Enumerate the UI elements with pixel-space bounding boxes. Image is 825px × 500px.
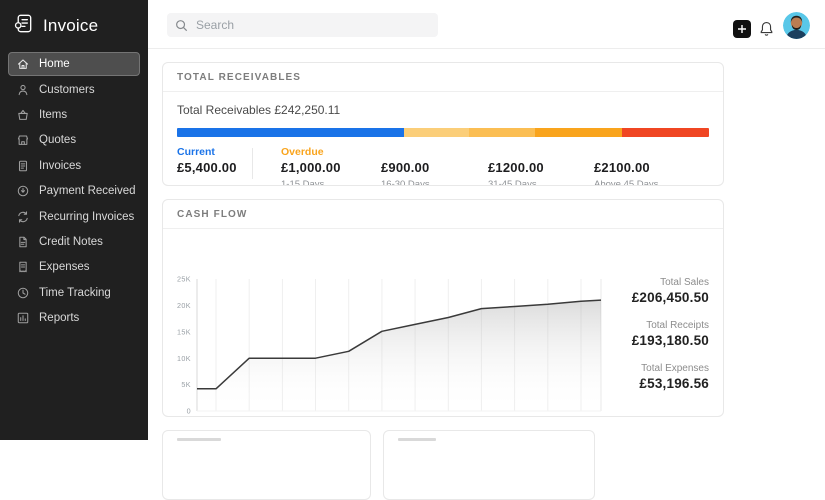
aging-bucket: 1-15 Days	[281, 179, 381, 186]
receivables-bar-segment-current	[177, 128, 404, 137]
sidebar-item-payment-received[interactable]: Payment Received	[8, 179, 140, 203]
stat-value: £53,196.56	[632, 376, 709, 391]
receivables-aging-column-3: £900.00 16-30 Days	[381, 146, 488, 186]
sidebar-item-invoices[interactable]: Invoices	[8, 154, 140, 178]
search-input[interactable]	[194, 17, 430, 33]
cashflow-totals: Total Sales £206,450.50 Total Receipts £193…	[632, 277, 709, 406]
aging-amount: £1200.00	[488, 160, 594, 175]
receivables-aging-column-2: Overdue£1,000.00 1-15 Days	[281, 146, 381, 186]
receivables-bar-segment-overdue-above-45	[622, 128, 709, 137]
sidebar-item-label: Time Tracking	[39, 287, 111, 299]
search-icon	[175, 19, 188, 32]
cashflow-stat-total-receipts: Total Receipts £193,180.50	[632, 320, 709, 348]
receivables-aging-column-1: Current£5,400.00	[177, 146, 281, 186]
bottom-card-2	[383, 430, 595, 500]
aging-label	[488, 146, 594, 159]
search-box[interactable]	[167, 13, 438, 37]
credit-notes-icon	[16, 235, 30, 249]
stat-value: £206,450.50	[632, 290, 709, 305]
sidebar-item-label: Credit Notes	[39, 236, 103, 248]
svg-text:25K: 25K	[177, 275, 191, 284]
recurring-invoices-icon	[16, 210, 30, 224]
aging-bucket: Above 45 Days	[594, 179, 709, 186]
sidebar-item-label: Items	[39, 109, 67, 121]
aging-label	[381, 146, 488, 159]
quotes-icon	[16, 133, 30, 147]
sidebar-item-home[interactable]: Home	[8, 52, 140, 76]
sidebar: Invoice Home Customers Items Quotes Invoices…	[0, 0, 148, 440]
dashboard-content: TOTAL RECEIVABLES Total Receivables £242…	[148, 49, 825, 440]
sidebar-item-label: Quotes	[39, 134, 76, 146]
app-title: Invoice	[43, 16, 98, 36]
aging-label	[594, 146, 709, 159]
time-tracking-icon	[16, 286, 30, 300]
svg-text:20K: 20K	[177, 301, 191, 310]
receivables-aging-column-5: £2100.00 Above 45 Days	[594, 146, 709, 186]
sidebar-item-items[interactable]: Items	[8, 103, 140, 127]
sidebar-item-label: Customers	[39, 84, 95, 96]
bottom-card-1	[162, 430, 371, 500]
sidebar-item-customers[interactable]: Customers	[8, 77, 140, 101]
stat-label: Total Sales	[632, 277, 709, 288]
sidebar-item-label: Recurring Invoices	[39, 211, 134, 223]
receivables-aging-bar	[177, 128, 709, 137]
notifications-bell-icon[interactable]	[758, 20, 775, 38]
reports-icon	[16, 311, 30, 325]
topbar	[148, 0, 825, 49]
svg-text:0: 0	[187, 407, 191, 416]
cashflow-chart: APRMAYJUNJULAUGSEPOCTNOVDECJANFEBMAR25K2…	[175, 269, 621, 417]
aging-amount: £1,000.00	[281, 160, 381, 175]
aging-amount: £5,400.00	[177, 160, 281, 175]
stat-label: Total Expenses	[632, 363, 709, 374]
aging-label: Overdue	[281, 146, 381, 159]
payment-received-icon	[16, 184, 30, 198]
cash-flow-card-header: CASH FLOW	[163, 200, 723, 229]
sidebar-item-label: Expenses	[39, 261, 90, 273]
invoice-logo-icon	[12, 12, 35, 40]
column-divider	[252, 148, 253, 179]
sidebar-item-label: Payment Received	[39, 185, 136, 197]
home-icon	[16, 57, 30, 71]
total-receivables-card: TOTAL RECEIVABLES Total Receivables £242…	[162, 62, 724, 186]
aging-label: Current	[177, 146, 281, 159]
expenses-icon	[16, 260, 30, 274]
sidebar-item-recurring-invoices[interactable]: Recurring Invoices	[8, 204, 140, 228]
svg-text:5K: 5K	[181, 380, 191, 389]
items-icon	[16, 108, 30, 122]
aging-amount: £2100.00	[594, 160, 709, 175]
sidebar-nav: Home Customers Items Quotes Invoices Payment …	[0, 52, 148, 330]
sidebar-item-label: Home	[39, 58, 70, 70]
receivables-bar-segment-overdue-16-30	[469, 128, 535, 137]
total-receivables-card-header: TOTAL RECEIVABLES	[163, 63, 723, 92]
receivables-bar-segment-overdue-1-15	[404, 128, 469, 137]
user-avatar[interactable]	[783, 12, 810, 39]
aging-amount: £900.00	[381, 160, 488, 175]
sidebar-item-reports[interactable]: Reports	[8, 306, 140, 330]
sidebar-item-expenses[interactable]: Expenses	[8, 255, 140, 279]
sidebar-item-credit-notes[interactable]: Credit Notes	[8, 230, 140, 254]
customers-icon	[16, 83, 30, 97]
sidebar-item-time-tracking[interactable]: Time Tracking	[8, 281, 140, 305]
cash-flow-card: CASH FLOW APRMAYJUNJULAUGSEPOCTNOVDECJAN…	[162, 199, 724, 417]
sidebar-item-label: Invoices	[39, 160, 81, 172]
stat-label: Total Receipts	[632, 320, 709, 331]
aging-bucket: 31-45 Days	[488, 179, 594, 186]
receivables-bar-segment-overdue-31-45	[535, 128, 622, 137]
aging-bucket: 16-30 Days	[381, 179, 488, 186]
total-receivables-summary: Total Receivables £242,250.11	[177, 103, 709, 117]
stat-value: £193,180.50	[632, 333, 709, 348]
receivables-breakdown: Current£5,400.00Overdue£1,000.00 1-15 Day…	[177, 146, 709, 186]
sidebar-item-quotes[interactable]: Quotes	[8, 128, 140, 152]
cashflow-stat-total-expenses: Total Expenses £53,196.56	[632, 363, 709, 391]
invoices-icon	[16, 159, 30, 173]
svg-text:15K: 15K	[177, 327, 191, 336]
add-new-button[interactable]	[733, 20, 751, 38]
cashflow-stat-total-sales: Total Sales £206,450.50	[632, 277, 709, 305]
receivables-aging-column-4: £1200.00 31-45 Days	[488, 146, 594, 186]
app-logo[interactable]: Invoice	[0, 0, 148, 48]
sidebar-item-label: Reports	[39, 312, 79, 324]
svg-text:10K: 10K	[177, 354, 191, 363]
